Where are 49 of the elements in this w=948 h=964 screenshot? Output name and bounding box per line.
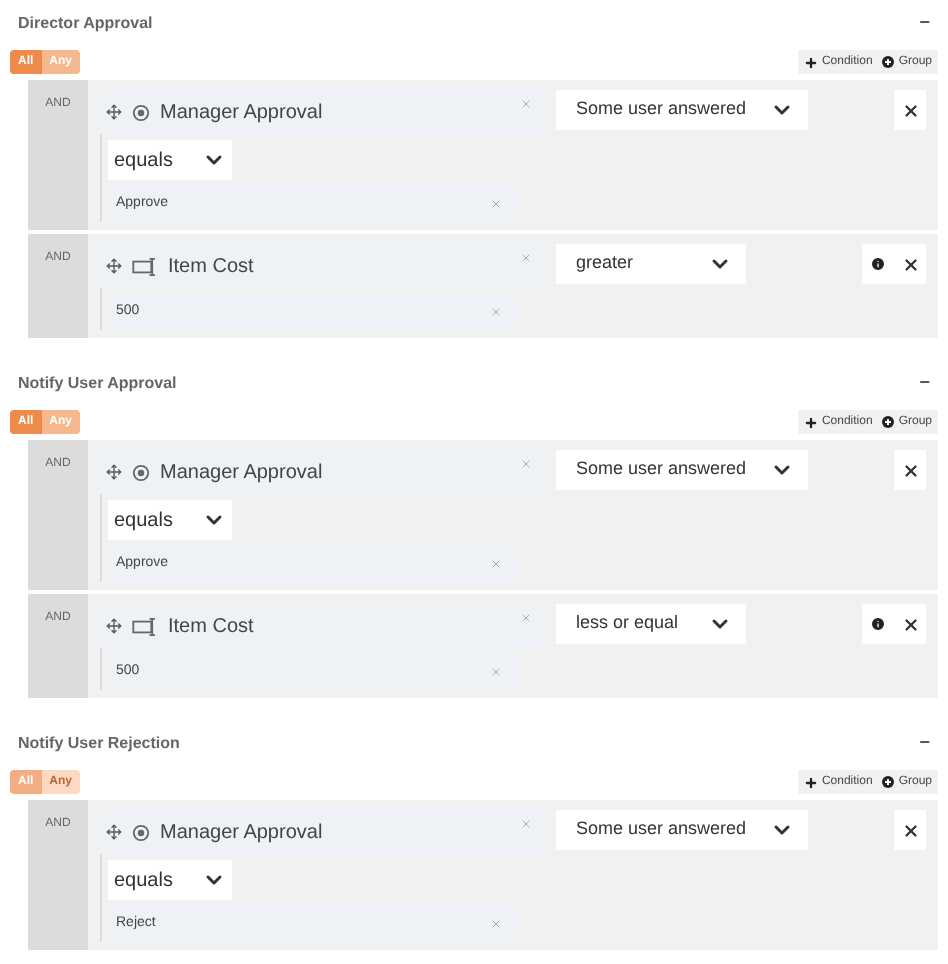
radio-icon xyxy=(132,823,150,841)
plus-icon xyxy=(803,55,818,69)
remove-button[interactable] xyxy=(894,90,926,130)
info-icon xyxy=(870,616,886,632)
plus-circle-icon xyxy=(882,56,895,68)
field-selector[interactable]: Manager Approval xyxy=(100,450,544,494)
field-name: Manager Approval xyxy=(160,99,325,127)
drag-handle-icon[interactable] xyxy=(106,104,122,120)
info-button[interactable] xyxy=(862,604,894,644)
text-input-icon xyxy=(132,617,158,635)
collapse-button[interactable]: − xyxy=(919,10,930,38)
section-title: Director Approval xyxy=(18,12,153,36)
comparison-dropdown[interactable]: equals xyxy=(108,500,232,540)
operator-dropdown[interactable]: Some user answered xyxy=(556,90,808,130)
comparison-dropdown[interactable]: equals xyxy=(108,140,232,180)
field-selector[interactable]: Item Cost xyxy=(100,604,544,648)
collapse-button[interactable]: − xyxy=(919,370,930,398)
remove-button[interactable] xyxy=(894,604,926,644)
remove-button[interactable] xyxy=(894,244,926,284)
drag-handle-icon[interactable] xyxy=(106,258,122,274)
plus-circle-icon xyxy=(882,776,895,788)
info-icon xyxy=(870,256,886,272)
remove-button[interactable] xyxy=(894,450,926,490)
close-icon xyxy=(901,461,919,479)
field-name: Manager Approval xyxy=(160,459,325,487)
radio-icon xyxy=(132,463,150,481)
operator-dropdown[interactable]: Some user answered xyxy=(556,450,808,490)
field-name: Item Cost xyxy=(168,613,256,641)
drag-handle-icon[interactable] xyxy=(106,464,122,480)
field-selector[interactable]: Item Cost xyxy=(100,244,544,288)
close-icon xyxy=(901,255,919,273)
close-icon xyxy=(901,101,919,119)
field-selector[interactable]: Manager Approval xyxy=(100,90,544,134)
operator-dropdown[interactable]: less or equal xyxy=(556,604,746,644)
plus-icon xyxy=(803,775,818,789)
plus-icon xyxy=(803,415,818,429)
section-title: Notify User Rejection xyxy=(18,732,180,756)
close-icon xyxy=(901,615,919,633)
text-input-icon xyxy=(132,257,158,275)
drag-handle-icon[interactable] xyxy=(106,618,122,634)
field-name: Manager Approval xyxy=(160,819,325,847)
plus-circle-icon xyxy=(882,416,895,428)
radio-icon xyxy=(132,103,150,121)
info-button[interactable] xyxy=(862,244,894,284)
close-icon xyxy=(901,821,919,839)
section-title: Notify User Approval xyxy=(18,372,177,396)
drag-handle-icon[interactable] xyxy=(106,824,122,840)
operator-dropdown[interactable]: greater xyxy=(556,244,746,284)
field-name: Item Cost xyxy=(168,253,256,281)
